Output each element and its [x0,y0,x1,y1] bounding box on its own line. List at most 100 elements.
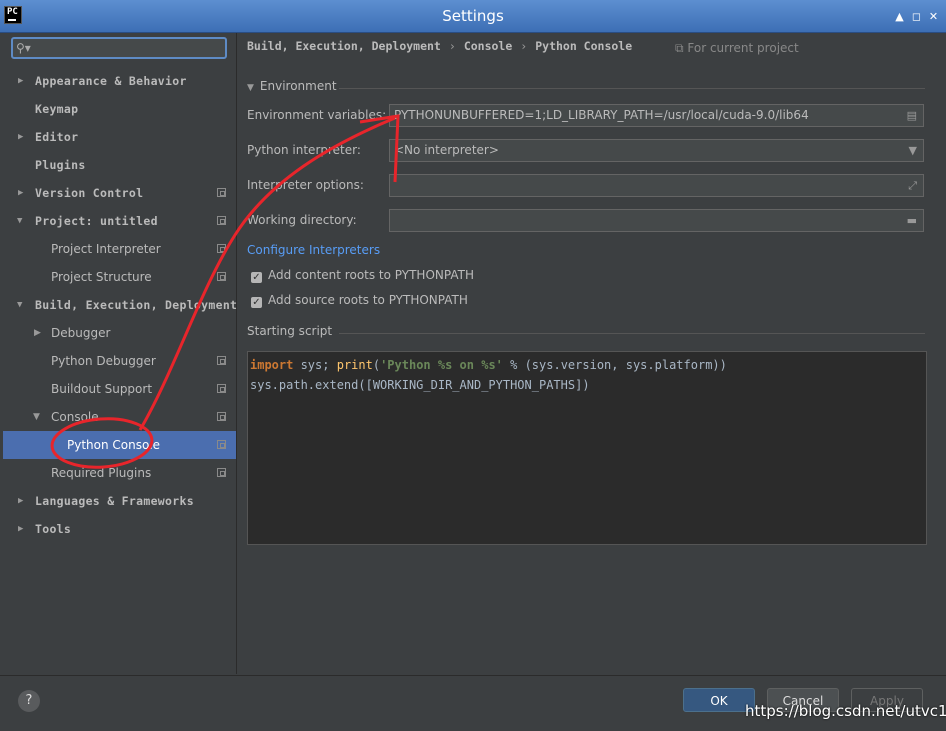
section-divider [339,88,925,89]
sidebar-item-label: Languages & Frameworks [35,494,194,508]
code-keyword: import [250,358,294,372]
expand-arrow-icon[interactable]: ▶ [18,487,24,515]
sidebar-item-label: Python Debugger [51,354,156,368]
sidebar-item-required-plugins[interactable]: Required Plugins [3,459,236,487]
close-icon[interactable]: ✕ [927,10,940,23]
sidebar-item-debugger[interactable]: ▶ Debugger [3,319,236,347]
sidebar-item-project-interpreter[interactable]: Project Interpreter [3,235,236,263]
breadcrumb-separator-icon: › [520,39,528,53]
breadcrumb: Build, Execution, Deployment › Console › Pyt… [247,39,632,53]
minimize-icon[interactable]: ▲ [893,10,906,23]
sidebar-item-label: Required Plugins [51,466,152,480]
sidebar-item-keymap[interactable]: Keymap [3,95,236,123]
interpreter-value: <No interpreter> [394,143,499,157]
content-roots-label: Add content roots to PYTHONPATH [268,268,474,282]
collapse-arrow-icon[interactable]: ▼ [247,83,254,93]
expand-arrow-icon[interactable]: ▶ [18,179,24,207]
project-scope-icon [217,244,226,253]
project-scope-icon [217,188,226,197]
content-roots-checkbox[interactable]: ✓ Add content roots to PYTHONPATH [251,268,474,283]
title-bar: PC Settings ▲ ◻ ✕ [0,0,946,33]
source-roots-label: Add source roots to PYTHONPATH [268,293,468,307]
sidebar-item-label: Debugger [51,326,111,340]
search-input[interactable] [35,40,224,58]
interpreter-options-label: Interpreter options: [247,178,364,192]
sidebar-item-buildout-support[interactable]: Buildout Support [3,375,236,403]
project-scope-icon [217,216,226,225]
env-vars-label: Environment variables: [247,108,387,122]
project-scope-icon [217,412,226,421]
project-scope-icon [217,356,226,365]
code-string: 'Python %s on %s' [380,358,503,372]
sidebar-item-label: Python Console [67,438,161,452]
checkbox-checked-icon[interactable]: ✓ [251,297,262,308]
code-text: sys; [293,358,337,372]
code-line: import sys; print('Python %s on %s' % (s… [250,355,924,375]
code-text: % (sys.version, sys.platform)) [502,358,727,372]
sidebar-item-project-structure[interactable]: Project Structure [3,263,236,291]
expand-arrow-icon[interactable]: ▶ [18,123,24,151]
working-directory-label: Working directory: [247,213,357,227]
breadcrumb-item: Console [463,39,513,53]
env-vars-field[interactable]: PYTHONUNBUFFERED=1;LD_LIBRARY_PATH=/usr/… [389,104,924,127]
code-text: ( [372,358,381,372]
environment-section-title: Environment [259,79,337,93]
starting-script-editor[interactable]: import sys; print('Python %s on %s' % (s… [247,351,927,545]
source-roots-checkbox[interactable]: ✓ Add source roots to PYTHONPATH [251,293,468,308]
for-current-project: ⧉ For current project [675,41,799,56]
working-directory-field[interactable]: ▬ [389,209,924,232]
configure-interpreters-link[interactable]: Configure Interpreters [247,243,380,257]
sidebar-item-version-control[interactable]: ▶ Version Control [3,179,236,207]
maximize-icon[interactable]: ◻ [910,10,923,23]
sidebar-item-label: Plugins [35,158,86,172]
interpreter-select[interactable]: <No interpreter> ▼ [389,139,924,162]
sidebar-item-languages[interactable]: ▶ Languages & Frameworks [3,487,236,515]
sidebar-item-python-debugger[interactable]: Python Debugger [3,347,236,375]
sidebar-item-label: Keymap [35,102,79,116]
sidebar-item-appearance[interactable]: ▶ Appearance & Behavior [3,67,236,95]
environment-section-header[interactable]: ▼ Environment [247,79,337,93]
code-function: print [336,358,373,372]
breadcrumb-separator-icon: › [448,39,456,53]
edit-list-icon[interactable]: ▤ [907,105,917,126]
sidebar-item-editor[interactable]: ▶ Editor [3,123,236,151]
search-icon: ⚲▾ [16,41,31,55]
sidebar-item-project[interactable]: ▼ Project: untitled [3,207,236,235]
folder-icon[interactable]: ▬ [907,210,917,231]
collapse-arrow-icon[interactable]: ▼ [17,207,23,235]
collapse-arrow-icon[interactable]: ▼ [33,403,40,431]
project-scope-icon: ⧉ [675,41,688,55]
breadcrumb-item: Python Console [535,39,633,53]
sidebar-item-plugins[interactable]: Plugins [3,151,236,179]
window-controls: ▲ ◻ ✕ [893,10,940,23]
help-button[interactable]: ? [18,690,40,712]
expand-arrow-icon[interactable]: ▶ [18,67,24,95]
sidebar-item-label: Project Interpreter [51,242,161,256]
sidebar-item-label: Buildout Support [51,382,153,396]
project-scope-icon [217,384,226,393]
sidebar-item-build[interactable]: ▼ Build, Execution, Deployment [3,291,237,319]
chevron-down-icon[interactable]: ▼ [909,140,917,161]
expand-icon[interactable]: ⤢ [908,175,917,196]
checkbox-checked-icon[interactable]: ✓ [251,272,262,283]
project-scope-icon [217,468,226,477]
sidebar-item-python-console[interactable]: Python Console [3,431,236,459]
breadcrumb-item: Build, Execution, Deployment [247,39,441,53]
env-vars-value: PYTHONUNBUFFERED=1;LD_LIBRARY_PATH=/usr/… [394,108,809,122]
sidebar-item-console[interactable]: ▼ Console [3,403,236,431]
expand-arrow-icon[interactable]: ▶ [34,319,41,347]
section-divider [339,333,925,334]
interpreter-options-field[interactable]: ⤢ [389,174,924,197]
search-box[interactable]: ⚲▾ [11,37,227,59]
sidebar-item-label: Project: untitled [35,214,158,228]
sidebar-item-label: Appearance & Behavior [35,74,187,88]
sidebar-item-label: Version Control [35,186,144,200]
sidebar-item-label: Project Structure [51,270,152,284]
dialog-button-bar: ? OK Cancel Apply https://blog.csdn.net/… [0,675,946,731]
collapse-arrow-icon[interactable]: ▼ [17,291,23,319]
settings-main-panel: Build, Execution, Deployment › Console › Pyt… [237,33,946,674]
project-scope-icon [217,272,226,281]
for-current-project-label: For current project [687,41,799,55]
expand-arrow-icon[interactable]: ▶ [18,515,24,543]
sidebar-item-tools[interactable]: ▶ Tools [3,515,236,543]
